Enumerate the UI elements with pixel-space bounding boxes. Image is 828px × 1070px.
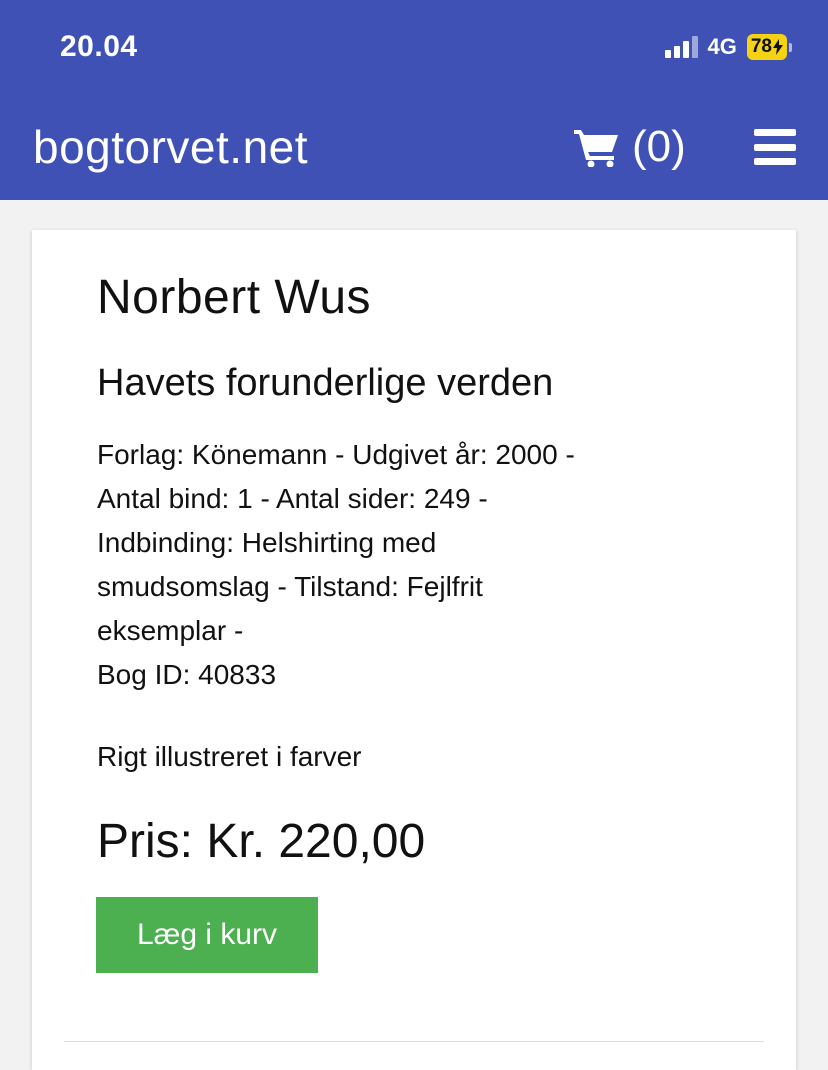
details-line: smudsomslag - Tilstand: Fejlfrit xyxy=(97,571,483,602)
app-header: 20.04 4G 78 bogtorvet.net (0) xyxy=(0,0,828,200)
cart-button[interactable]: (0) xyxy=(574,122,686,172)
details-line: Bog ID: 40833 xyxy=(97,659,277,690)
details-line: Indbinding: Helshirting med xyxy=(97,527,437,558)
status-time: 20.04 xyxy=(60,30,138,63)
site-logo-link[interactable]: bogtorvet.net xyxy=(33,120,308,174)
signal-icon xyxy=(664,36,698,58)
charging-bolt-icon xyxy=(773,39,783,55)
book-details: Forlag: Könemann - Udgivet år: 2000 - An… xyxy=(97,433,737,697)
book-title: Havets forunderlige verden xyxy=(97,362,554,404)
divider xyxy=(64,1041,764,1042)
book-price: Pris: Kr. 220,00 xyxy=(97,815,426,868)
add-to-cart-button[interactable]: Læg i kurv xyxy=(96,897,318,973)
cart-count: (0) xyxy=(632,122,686,171)
status-indicators: 4G 78 xyxy=(664,34,792,60)
cart-icon xyxy=(574,130,618,167)
details-line: Forlag: Könemann - Udgivet år: 2000 - xyxy=(97,439,575,470)
hamburger-menu-icon[interactable] xyxy=(754,129,796,165)
battery-level: 78 xyxy=(750,36,772,57)
network-type: 4G xyxy=(707,34,737,59)
book-note: Rigt illustreret i farver xyxy=(97,741,362,772)
battery-icon: 78 xyxy=(746,34,792,60)
details-line: Antal bind: 1 - Antal sider: 249 - xyxy=(97,483,488,514)
product-card: Norbert Wus Havets forunderlige verden F… xyxy=(32,230,796,1070)
book-author: Norbert Wus xyxy=(97,271,372,324)
details-line: eksemplar - xyxy=(97,615,244,646)
